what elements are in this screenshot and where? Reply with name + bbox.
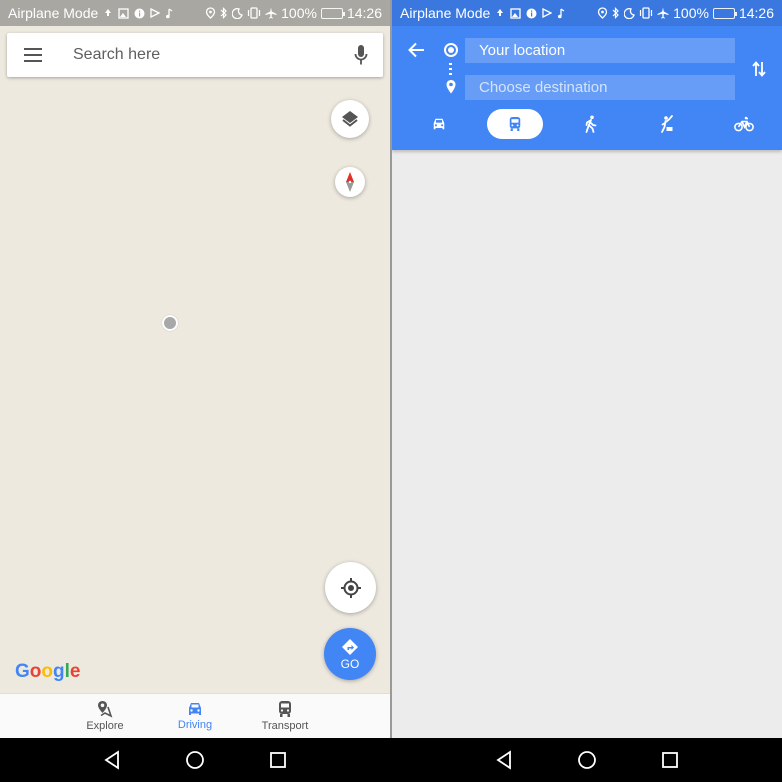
menu-icon[interactable] [7,33,59,77]
swap-icon[interactable] [747,57,771,81]
airplane-mode-text: Airplane Mode [8,5,99,21]
do-not-disturb-icon [232,7,243,19]
airplane-icon [265,7,277,19]
directions-screen: Airplane Mode 100% 14:26 Your location C… [392,0,782,738]
mode-cycling[interactable] [727,109,761,139]
route-connector [449,63,452,75]
mic-icon[interactable] [339,33,383,77]
bus-icon [279,701,291,717]
directions-icon [342,638,358,655]
home-icon[interactable] [183,748,207,772]
nav-item-driving[interactable]: Driving [150,694,240,738]
music-icon [166,7,173,18]
my-location-button[interactable] [325,562,376,613]
image-icon [510,7,521,19]
origin-dot-icon [444,43,458,57]
layers-icon [342,111,358,127]
maps-screen: Airplane Mode 100% 14:26 Search here GO … [0,0,390,738]
directions-header: Your location Choose destination [392,26,782,150]
mode-walking[interactable] [574,109,608,139]
battery-percent: 100% [281,5,317,21]
car-icon [189,703,201,715]
nav-label-explore: Explore [86,720,124,732]
compass-icon [346,172,354,192]
google-logo: Google [15,661,81,682]
status-bar: Airplane Mode 100% 14:26 [0,0,390,26]
back-icon[interactable] [492,748,516,772]
upload-icon [105,9,112,16]
do-not-disturb-icon [624,7,635,19]
current-location-marker [162,315,178,331]
clock: 14:26 [346,5,382,21]
clock: 14:26 [738,5,774,21]
play-store-icon [150,8,161,18]
music-icon [558,7,565,18]
search-input[interactable]: Search here [59,46,339,64]
nav-label-transport: Transport [261,720,309,732]
bottom-navigation: Explore Driving Transport [0,693,390,738]
destination-field[interactable]: Choose destination [465,75,735,100]
recents-icon[interactable] [658,748,682,772]
nav-item-explore[interactable]: Explore [60,694,150,738]
home-icon[interactable] [575,748,599,772]
travel-mode-bar [392,109,782,141]
mode-driving[interactable] [422,109,456,139]
walk-icon [585,115,597,133]
mode-transit[interactable] [487,109,543,139]
info-icon [526,8,537,18]
bluetooth-icon [220,7,227,19]
explore-icon [98,701,113,718]
layers-button[interactable] [331,100,369,138]
go-label: GO [340,656,360,671]
back-icon[interactable] [100,748,124,772]
vibrate-icon [640,7,653,19]
battery-icon [320,7,345,19]
play-store-icon [542,8,553,18]
nav-label-driving: Driving [177,719,213,731]
search-bar[interactable]: Search here [7,33,383,77]
car-icon [433,118,445,130]
go-button[interactable]: GO [324,628,376,680]
airplane-mode-text: Airplane Mode [400,5,491,21]
system-navigation-bar [392,738,782,782]
origin-field[interactable]: Your location [465,38,735,63]
bluetooth-icon [612,7,619,19]
info-icon [134,8,145,18]
recents-icon[interactable] [266,748,290,772]
vibrate-icon [248,7,261,19]
my-location-icon [340,577,361,598]
system-navigation-bar [0,738,390,782]
status-bar: Airplane Mode 100% 14:26 [392,0,782,26]
battery-percent: 100% [673,5,709,21]
compass-button[interactable] [335,167,365,197]
transit-icon [509,117,521,131]
destination-pin-icon [446,80,456,94]
mode-ride-hailing[interactable] [650,109,684,139]
back-arrow-icon[interactable] [404,38,428,62]
battery-icon [712,7,737,19]
nav-item-transport[interactable]: Transport [240,694,330,738]
bicycle-icon [734,116,754,132]
location-status-icon [205,7,216,19]
ride-hailing-icon [661,115,673,133]
image-icon [118,7,129,19]
upload-icon [497,9,504,16]
location-status-icon [597,7,608,19]
airplane-icon [657,7,669,19]
